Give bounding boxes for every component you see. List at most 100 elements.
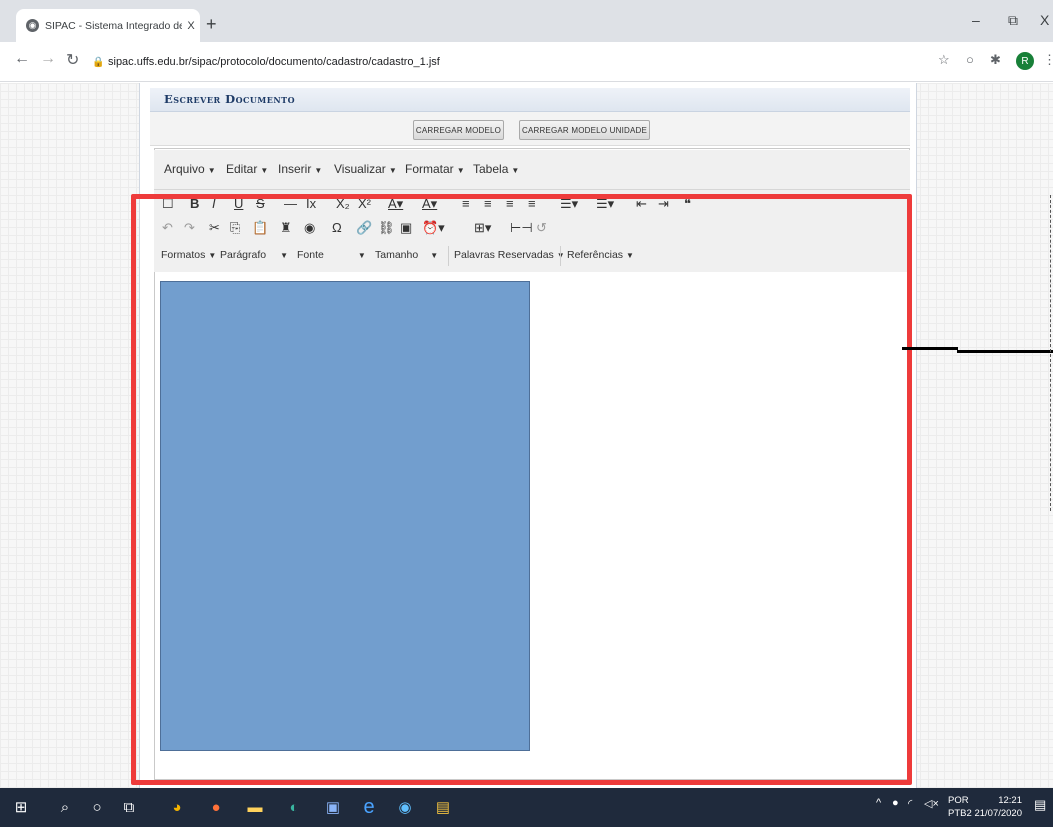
- subscript-icon[interactable]: X₂: [336, 196, 350, 212]
- paragraph-dropdown[interactable]: Parágrafo ▼: [220, 249, 288, 261]
- text-color-icon[interactable]: A▾: [388, 196, 403, 212]
- font-dropdown[interactable]: Fonte ▼: [297, 249, 366, 261]
- blockquote-icon[interactable]: ❝: [684, 196, 691, 212]
- redo-icon[interactable]: ↷: [184, 220, 195, 236]
- history-icon[interactable]: ↺: [536, 220, 547, 236]
- insert-link-icon[interactable]: 🔗: [356, 220, 372, 236]
- align-left-icon[interactable]: ≡: [462, 196, 470, 212]
- remove-link-icon[interactable]: ⛓: [378, 220, 395, 236]
- restore-button[interactable]: ⧉: [1008, 12, 1018, 29]
- table-grid-icon[interactable]: ⊞▾: [474, 220, 491, 236]
- app-circle-icon[interactable]: ◉: [394, 796, 416, 818]
- load-unit-model-button[interactable]: CARREGAR MODELO UNIDADE: [519, 120, 650, 140]
- align-center-icon[interactable]: ≡: [484, 196, 492, 212]
- menu-arquivo[interactable]: Arquivo ▼: [164, 162, 216, 176]
- menu-visualizar[interactable]: Visualizar ▼: [334, 162, 397, 176]
- insert-time-icon[interactable]: ⏰▾: [422, 220, 445, 236]
- close-window-button[interactable]: X: [1040, 12, 1049, 28]
- profile-avatar[interactable]: R: [1016, 52, 1034, 70]
- toolbar-separator: [560, 246, 561, 266]
- editor-menubar: Arquivo ▼ Editar ▼ Inserir ▼ Visualizar ▼ Fo…: [154, 150, 910, 190]
- new-document-icon[interactable]: ☐: [162, 196, 174, 212]
- browser-titlebar: ◉ SIPAC - Sistema Integrado de Pa X + – …: [0, 0, 1053, 42]
- reload-icon[interactable]: ↻: [66, 50, 79, 70]
- forward-icon[interactable]: →: [40, 50, 56, 68]
- numbered-list-icon[interactable]: ☰▾: [596, 196, 614, 212]
- bullet-list-icon[interactable]: ☰▾: [560, 196, 578, 212]
- lock-icon: 🔒: [92, 57, 105, 68]
- size-dropdown[interactable]: Tamanho ▼: [375, 249, 438, 261]
- clock-time: 12:21: [998, 795, 1022, 806]
- underline-icon[interactable]: U: [234, 196, 243, 212]
- language-indicator: POR: [948, 795, 969, 806]
- horizontal-rule-icon[interactable]: —: [284, 196, 297, 212]
- tray-expand-icon[interactable]: ^: [876, 797, 881, 809]
- extension-circle-icon[interactable]: ○: [966, 52, 974, 67]
- address-bar[interactable]: 🔒 sipac.uffs.edu.br/sipac/protocolo/docu…: [92, 50, 922, 74]
- volume-icon[interactable]: ◁×: [924, 797, 939, 810]
- outdent-icon[interactable]: ⇤: [636, 196, 647, 212]
- preview-eye-icon[interactable]: ◉: [304, 220, 315, 236]
- tray-status-icon[interactable]: ●: [892, 797, 899, 809]
- special-char-omega-icon[interactable]: Ω: [332, 220, 342, 236]
- formats-dropdown[interactable]: Formatos ▼: [161, 249, 216, 261]
- load-model-button[interactable]: CARREGAR MODELO: [413, 120, 504, 140]
- keyboard-layout: PTB2: [948, 808, 972, 819]
- highlight-color-icon[interactable]: A▾: [422, 196, 437, 212]
- outlook-icon[interactable]: ▣: [322, 796, 344, 818]
- extensions-puzzle-icon[interactable]: ✱: [990, 52, 1001, 68]
- wifi-icon[interactable]: ◜: [908, 797, 912, 810]
- menu-formatar[interactable]: Formatar ▼: [405, 162, 465, 176]
- firefox-icon[interactable]: ●: [205, 796, 227, 818]
- back-icon[interactable]: ←: [14, 50, 30, 68]
- menu-tabela[interactable]: Tabela ▼: [473, 162, 519, 176]
- dotted-guide-line: [1050, 195, 1051, 511]
- strikethrough-icon[interactable]: S: [256, 196, 265, 212]
- file-explorer-icon[interactable]: ▬: [244, 796, 266, 818]
- find-binoculars-icon[interactable]: ♜: [280, 220, 292, 236]
- task-view-icon[interactable]: ⧉: [118, 796, 140, 818]
- document-app-icon[interactable]: ▤: [432, 796, 454, 818]
- align-right-icon[interactable]: ≡: [506, 196, 514, 212]
- minimize-button[interactable]: –: [972, 12, 980, 28]
- url-text: sipac.uffs.edu.br/sipac/protocolo/docume…: [108, 56, 440, 68]
- connector-line: [902, 347, 958, 350]
- clear-format-icon[interactable]: Ix: [306, 196, 316, 212]
- toolbar-separator: [448, 246, 449, 266]
- cortana-icon[interactable]: ○: [86, 796, 108, 818]
- cut-icon[interactable]: ✂: [209, 220, 220, 236]
- browser-toolbar: ← → ↻ 🔒 sipac.uffs.edu.br/sipac/protocol…: [0, 42, 1053, 82]
- indent-icon[interactable]: ⇥: [658, 196, 669, 212]
- undo-icon[interactable]: ↶: [162, 220, 173, 236]
- windows-taskbar: ⊞ ⌕ ○ ⧉ ◕ ● ▬ ◐ ▣ e ◉ ▤ ^ ● ◜ ◁× POR 12:…: [0, 788, 1053, 827]
- align-justify-icon[interactable]: ≡: [528, 196, 536, 212]
- italic-icon[interactable]: I: [212, 196, 216, 212]
- new-tab-button[interactable]: +: [206, 14, 217, 35]
- button-bar: CARREGAR MODELO CARREGAR MODELO UNIDADE: [150, 112, 910, 146]
- menu-kebab-icon[interactable]: ⋮: [1043, 52, 1053, 68]
- notifications-icon[interactable]: ▤: [1034, 797, 1046, 813]
- search-icon[interactable]: ⌕: [54, 796, 76, 818]
- menu-editar[interactable]: Editar ▼: [226, 162, 268, 176]
- references-dropdown[interactable]: Referências ▼: [567, 249, 634, 261]
- browser-tab[interactable]: ◉ SIPAC - Sistema Integrado de Pa X: [16, 9, 200, 42]
- bold-icon[interactable]: B: [190, 196, 199, 212]
- superscript-icon[interactable]: X²: [358, 196, 371, 212]
- windows-start-icon[interactable]: ⊞: [10, 796, 32, 818]
- copy-icon[interactable]: ⎘: [230, 220, 240, 236]
- tab-close-button[interactable]: X: [182, 20, 200, 32]
- chrome-icon[interactable]: ◕: [166, 796, 188, 818]
- section-title: Escrever Documento: [150, 88, 910, 112]
- internet-explorer-icon[interactable]: e: [358, 796, 380, 818]
- connector-line: [957, 350, 1053, 353]
- menu-inserir[interactable]: Inserir ▼: [278, 162, 322, 176]
- paste-icon[interactable]: 📋: [252, 220, 268, 236]
- edge-icon[interactable]: ◐: [283, 796, 305, 818]
- page-break-icon[interactable]: ⊢⊣: [510, 220, 533, 236]
- tray-clock[interactable]: POR 12:21 PTB2 21/07/2020: [948, 794, 1022, 820]
- content-block[interactable]: [160, 281, 530, 751]
- star-icon[interactable]: ☆: [938, 52, 950, 68]
- insert-image-icon[interactable]: ▣: [400, 220, 412, 236]
- tab-title: SIPAC - Sistema Integrado de Pa: [45, 19, 182, 32]
- reserved-words-dropdown[interactable]: Palavras Reservadas▼: [454, 249, 565, 261]
